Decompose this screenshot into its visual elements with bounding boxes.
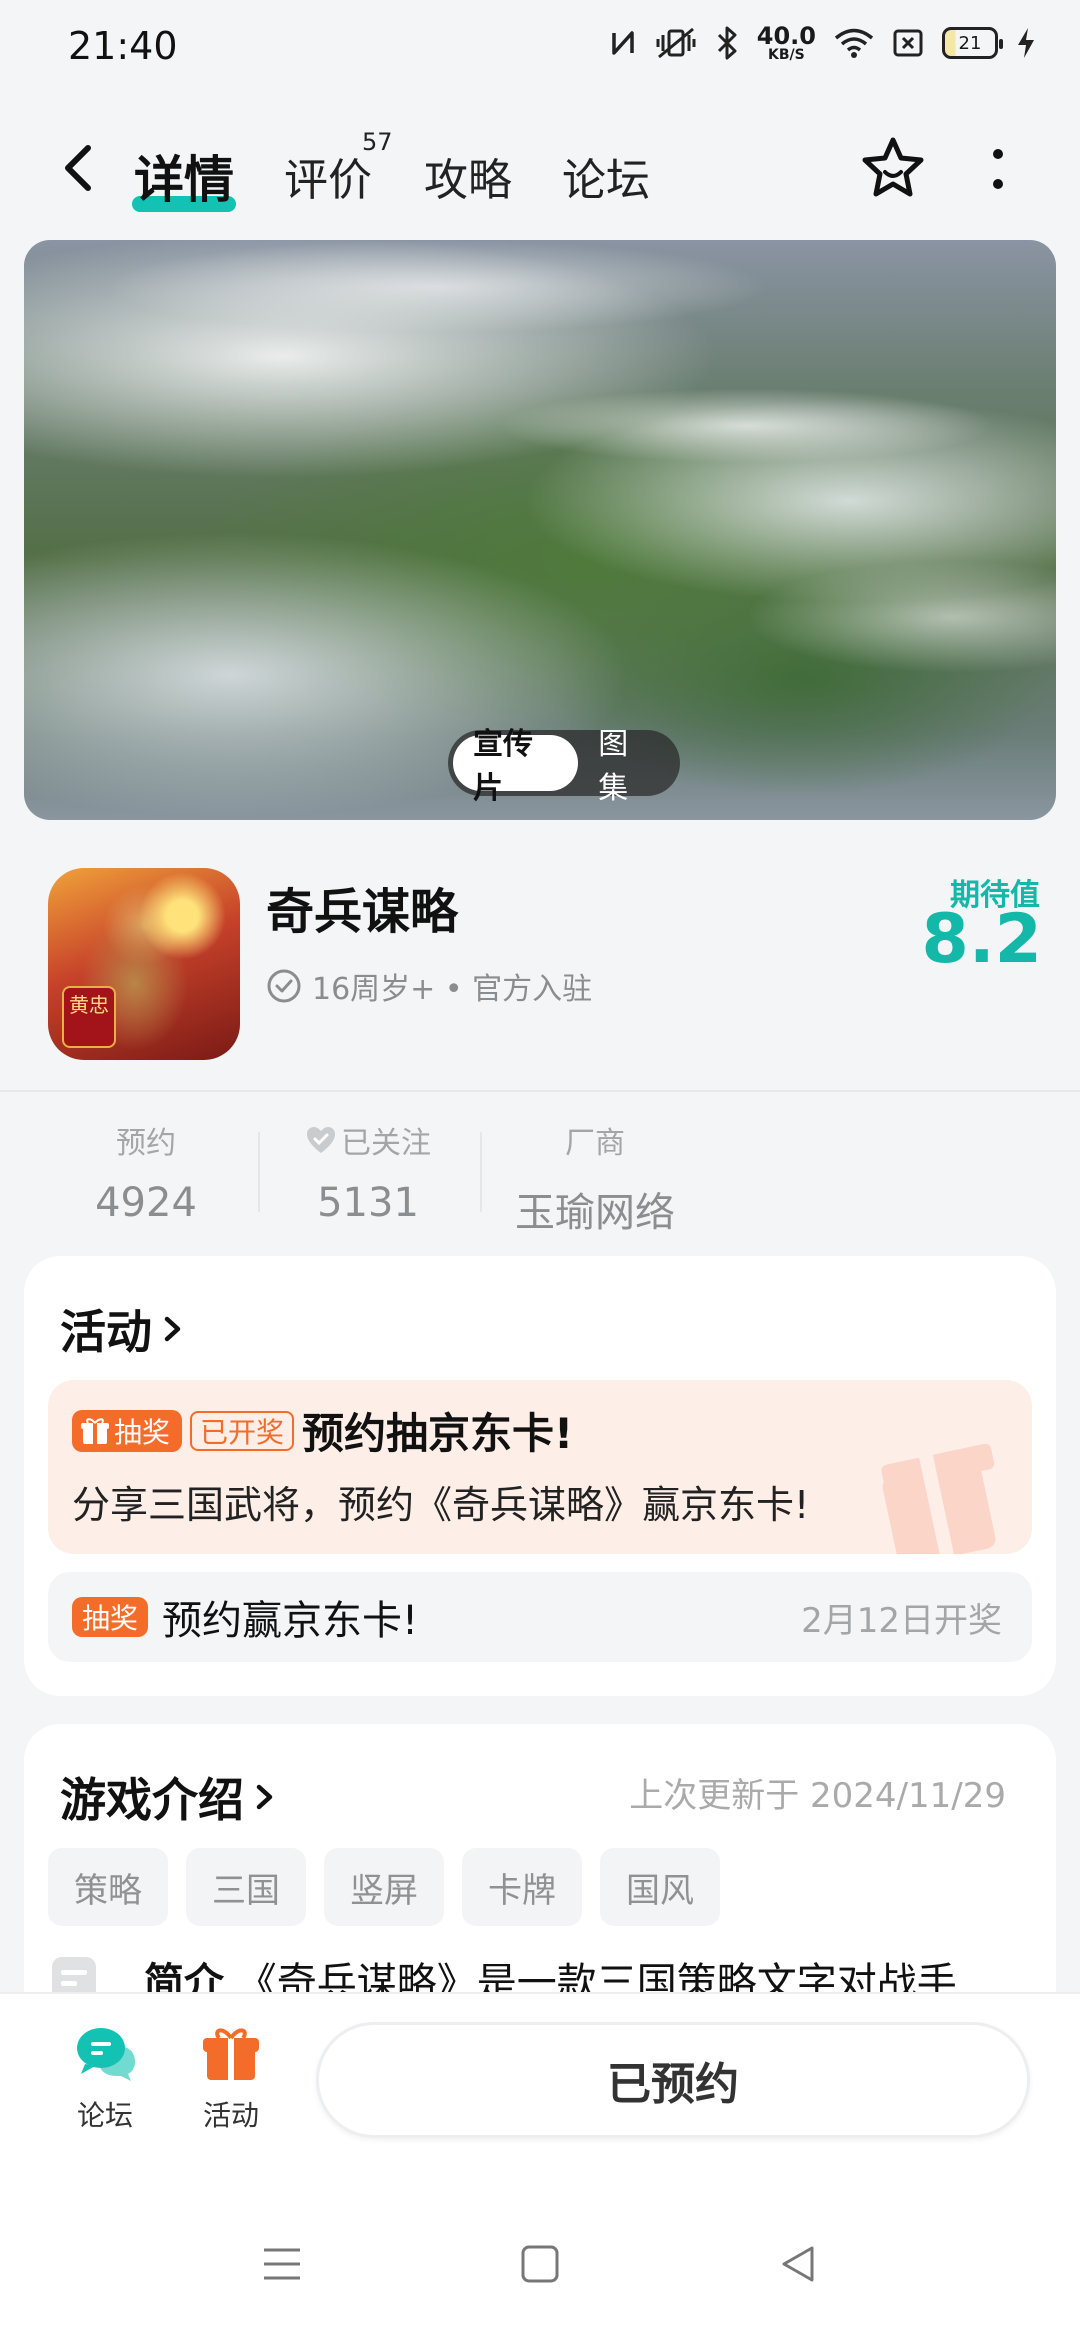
stat-reservations-value: 4924 (95, 1180, 197, 1226)
star-icon (862, 137, 924, 197)
lottery-date: 2月12日开奖 (801, 1600, 1002, 1641)
tab-reviews[interactable]: 评价 (284, 144, 372, 208)
stat-followers-label: 已关注 (341, 1126, 431, 1161)
promo-status-tag: 已开奖 (190, 1410, 295, 1451)
divider (0, 1090, 1080, 1092)
home-icon[interactable] (520, 2244, 560, 2284)
status-time: 21:40 (68, 24, 178, 68)
media-banner[interactable]: 宣传片 图集 (24, 240, 1056, 820)
verified-check-icon (267, 969, 301, 1003)
recent-apps-icon[interactable] (262, 2244, 302, 2284)
game-icon-seal: 黄忠 (62, 986, 116, 1048)
stat-reservations-label: 预约 (116, 1126, 176, 1161)
tab-forum[interactable]: 论坛 (562, 144, 650, 208)
activity-button[interactable]: 活动 (176, 2024, 286, 2134)
intro-title: 游戏介绍 (60, 1773, 244, 1827)
activity-title: 活动 (60, 1305, 152, 1359)
game-icon: 黄忠 (48, 868, 240, 1060)
lottery-item[interactable]: 抽奖 预约赢京东卡! 2月12日开奖 (48, 1572, 1032, 1662)
tag-chip[interactable]: 策略 (48, 1848, 168, 1926)
vibrate-icon (656, 27, 696, 59)
chat-bubble-icon (77, 2028, 135, 2081)
game-name: 奇兵谋略 (266, 884, 459, 940)
stat-followers: 已关注 5131 (278, 1118, 458, 1226)
stat-developer-value: 玉瑜网络 (515, 1190, 675, 1236)
tab-reviews-label: 评价 (284, 155, 372, 206)
battery-indicator: 21 (942, 27, 1003, 59)
intro-title-link[interactable]: 游戏介绍 (60, 1764, 278, 1830)
intro-updated: 上次更新于 2024/11/29 (629, 1776, 1006, 1816)
tag-chip[interactable]: 竖屏 (324, 1848, 444, 1926)
expectation-value: 8.2 (921, 900, 1042, 979)
net-speed-unit: KB/S (768, 47, 805, 63)
stat-separator (258, 1132, 260, 1212)
chevron-right-icon (164, 1316, 181, 1342)
media-toggle: 宣传片 图集 (448, 727, 680, 806)
activity-promo[interactable]: 抽奖 已开奖 预约抽京东卡! 分享三国武将，预约《奇兵谋略》赢京东卡! (48, 1380, 1032, 1554)
net-speed-value: 40.0 (756, 22, 816, 50)
tab-details[interactable]: 详情 (134, 140, 234, 212)
promo-lottery-tag: 抽奖 (72, 1409, 183, 1452)
more-button[interactable] (978, 144, 1018, 194)
lottery-text: 预约赢京东卡! (162, 1598, 419, 1644)
game-meta: 16周岁+ • 官方入驻 (266, 964, 592, 1008)
activity-label: 活动 (202, 2099, 259, 2132)
tag-chip[interactable]: 卡牌 (462, 1848, 582, 1926)
reserve-button[interactable]: 已预约 (316, 2022, 1030, 2138)
more-vertical-icon (993, 149, 1003, 189)
status-icons: 40.0 KB/S 21 (609, 24, 1036, 62)
forum-button[interactable]: 论坛 (50, 2024, 160, 2134)
stat-developer-label: 厂商 (565, 1126, 625, 1161)
gift-watermark-icon (881, 1443, 996, 1554)
tab-reviews-count: 57 (362, 128, 393, 156)
activity-title-link[interactable]: 活动 (60, 1296, 186, 1362)
game-meta-text: 16周岁+ • 官方入驻 (312, 972, 593, 1007)
bottom-action-bar: 论坛 活动 已预约 (0, 1992, 1080, 2340)
sim-off-icon (893, 29, 923, 57)
promo-header: 抽奖 已开奖 预约抽京东卡! (72, 1400, 573, 1461)
bluetooth-icon (717, 26, 737, 60)
gift-icon (81, 1417, 109, 1444)
promo-description: 分享三国武将，预约《奇兵谋略》赢京东卡! (72, 1483, 810, 1527)
top-nav: 详情 评价 57 攻略 论坛 (0, 110, 1080, 230)
back-nav-icon[interactable] (778, 2244, 818, 2284)
stat-reservations: 预约 4924 (56, 1118, 236, 1226)
promo-title: 预约抽京东卡! (302, 1409, 574, 1458)
tag-chip[interactable]: 国风 (600, 1848, 720, 1926)
charging-icon (1018, 28, 1034, 58)
promo-lottery-tag-label: 抽奖 (114, 1415, 171, 1449)
tag-chip[interactable]: 三国 (186, 1848, 306, 1926)
media-option-video[interactable]: 宣传片 (453, 727, 579, 806)
chevron-left-icon (65, 145, 91, 191)
net-speed: 40.0 KB/S (757, 24, 816, 62)
forum-label: 论坛 (76, 2099, 133, 2132)
chevron-right-icon (256, 1784, 273, 1810)
gift-icon (203, 2028, 259, 2080)
media-option-gallery[interactable]: 图集 (578, 727, 675, 806)
heart-check-icon (307, 1127, 335, 1153)
lottery-tag: 抽奖 (72, 1597, 149, 1637)
stat-separator (480, 1132, 482, 1212)
back-button[interactable] (50, 138, 110, 198)
status-bar: 21:40 40.0 KB/S 21 (0, 0, 1080, 96)
stat-developer[interactable]: 厂商 玉瑜网络 (500, 1118, 690, 1238)
favorite-button[interactable] (858, 134, 928, 204)
wifi-icon (834, 28, 874, 58)
tab-guides[interactable]: 攻略 (424, 144, 512, 208)
stat-followers-value: 5131 (317, 1180, 419, 1226)
nfc-icon (612, 31, 634, 55)
